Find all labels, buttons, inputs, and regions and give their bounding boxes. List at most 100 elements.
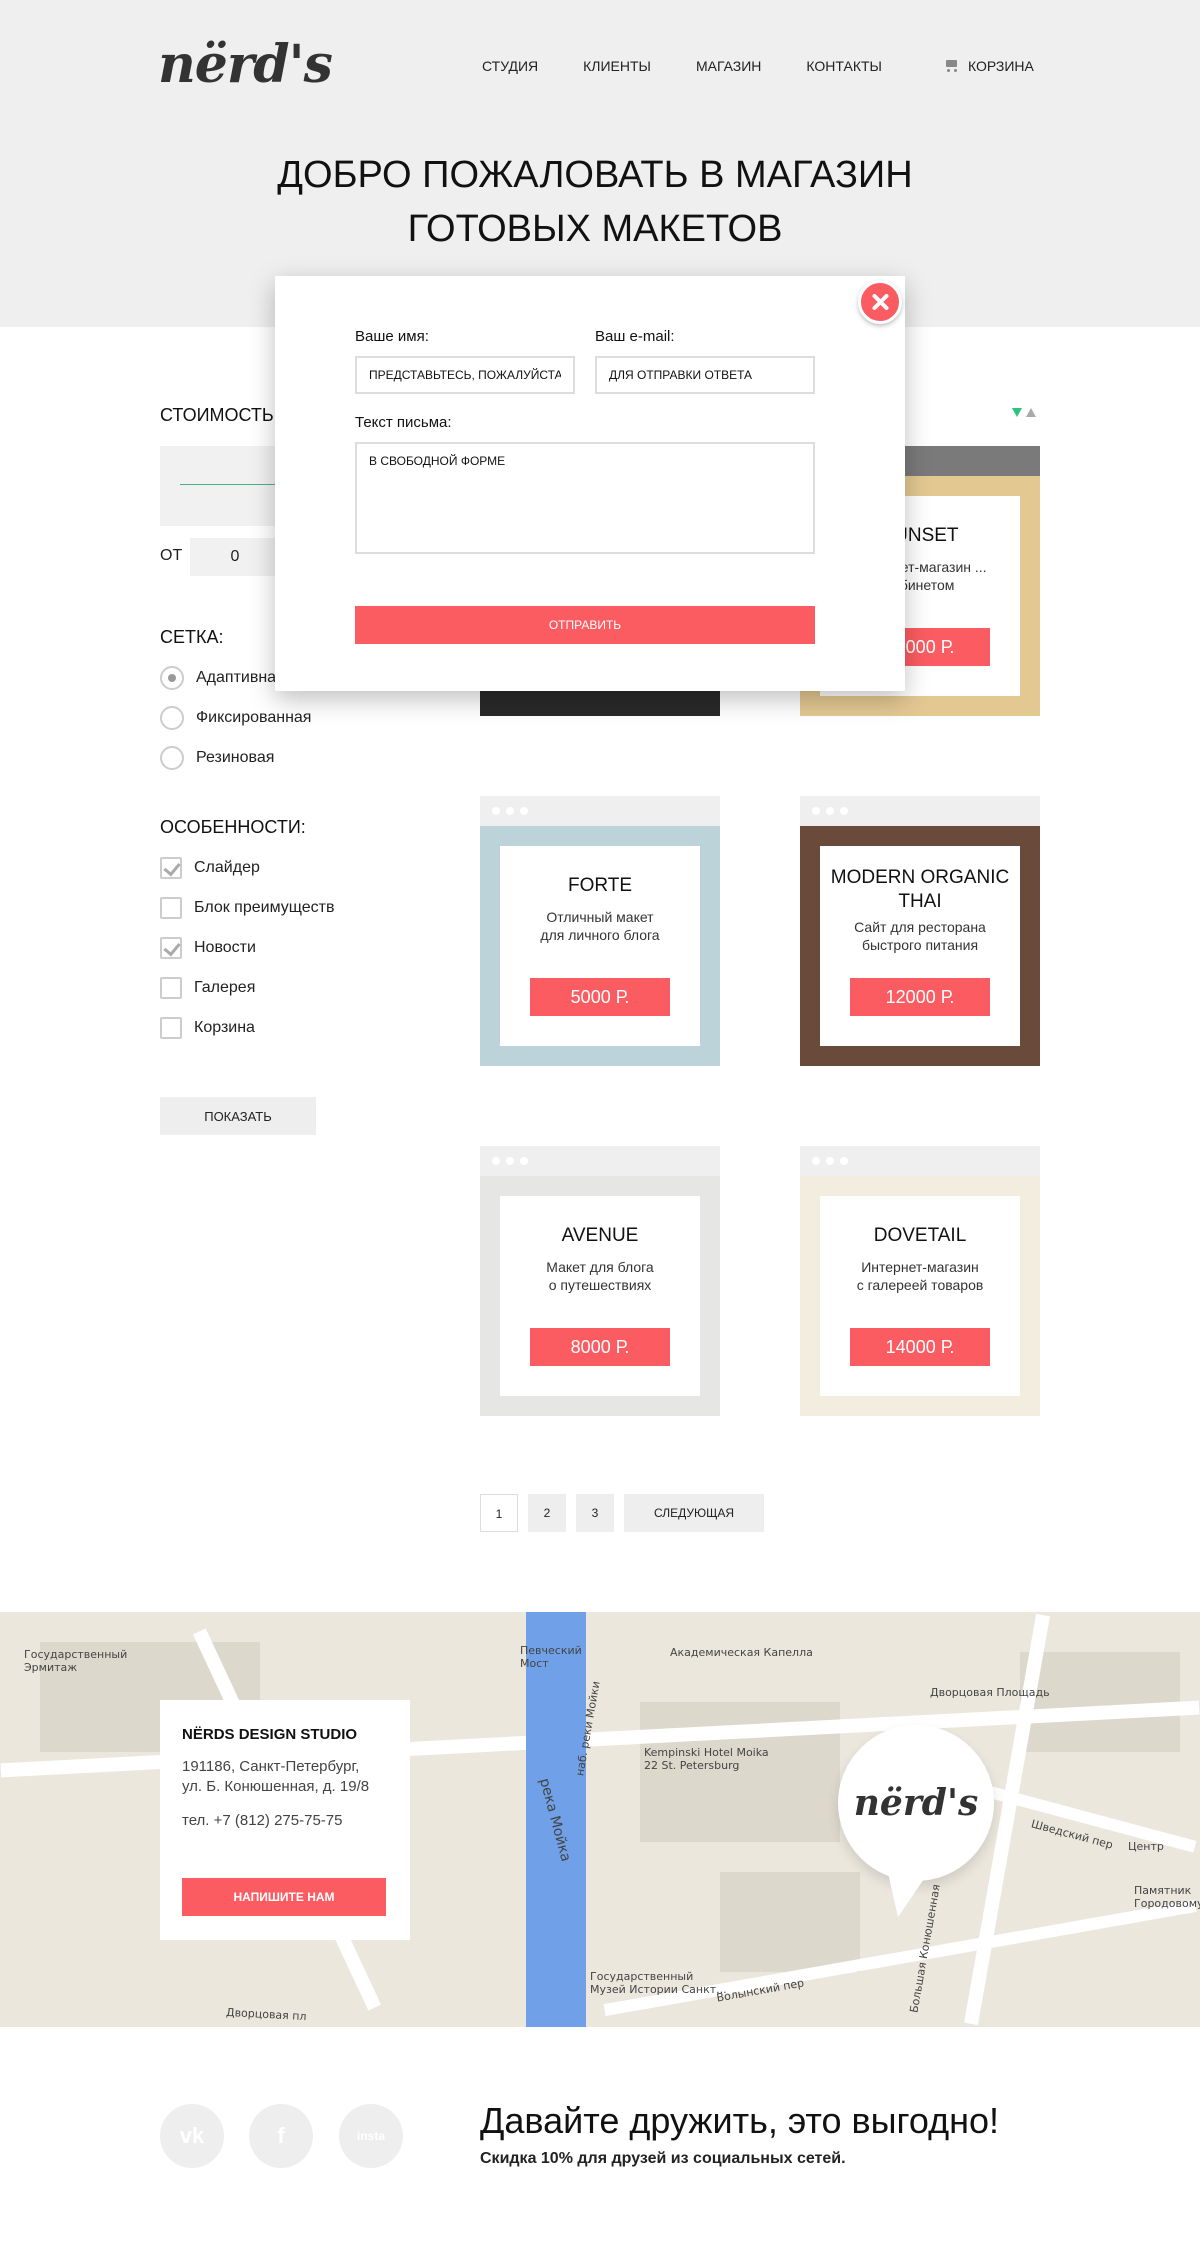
product-price-button[interactable]: 5000 Р. <box>530 978 670 1016</box>
contact-card: NЁRDS DESIGN STUDIO 191186, Санкт-Петерб… <box>160 1700 410 1940</box>
checkbox[interactable] <box>160 977 182 999</box>
studio-phone: тел. +7 (812) 275-75-75 <box>182 1812 343 1829</box>
write-us-button[interactable]: Напишите нам <box>182 1878 386 1916</box>
product-desc: Сайт для ресторана быстрого питания <box>820 918 1020 954</box>
feature-news[interactable]: Новости <box>160 937 256 959</box>
email-label: Ваш e-mail: <box>595 328 675 345</box>
checkbox-checked[interactable] <box>160 857 182 879</box>
logo[interactable]: nёrd's <box>158 34 333 95</box>
product-card-avenue[interactable]: AVENUE Макет для блога о путешествиях 800… <box>480 1146 720 1416</box>
radio[interactable] <box>160 706 184 730</box>
map-label: Академическая Капелла <box>670 1646 813 1659</box>
send-button[interactable]: Отправить <box>355 606 815 644</box>
page-2-button[interactable]: 2 <box>528 1494 566 1532</box>
price-from-input[interactable]: 0 <box>190 538 280 576</box>
product-price-button[interactable]: 12000 Р. <box>850 978 990 1016</box>
product-desc-line: Макет для блога <box>546 1259 654 1275</box>
sort-toggle[interactable] <box>1012 408 1036 417</box>
contact-modal: Ваше имя: Ваш e-mail: Текст письма: В СВ… <box>275 276 905 691</box>
checkbox[interactable] <box>160 1017 182 1039</box>
grid-option-fluid[interactable]: Резиновая <box>160 746 274 770</box>
product-price-button[interactable]: 8000 Р. <box>530 1328 670 1366</box>
grid-option-fixed[interactable]: Фиксированная <box>160 706 311 730</box>
show-button[interactable]: Показать <box>160 1097 316 1135</box>
radio[interactable] <box>160 746 184 770</box>
grid-option-label: Резиновая <box>196 749 275 766</box>
name-field[interactable] <box>355 356 575 394</box>
vk-icon[interactable]: vk <box>160 2104 224 2168</box>
dot-icon <box>520 807 528 815</box>
feature-advantages[interactable]: Блок преимуществ <box>160 897 334 919</box>
product-card-dovetail[interactable]: DOVETAIL Интернет-магазин с галереей това… <box>800 1146 1040 1416</box>
card-browser-bar <box>480 796 720 826</box>
instagram-icon[interactable]: insta <box>339 2104 403 2168</box>
map-label: Дворцовая Площадь <box>930 1686 1050 1699</box>
product-price-button[interactable]: 14000 Р. <box>850 1328 990 1366</box>
map-label: Государственный Эрмитаж <box>24 1648 128 1674</box>
feature-cart[interactable]: Корзина <box>160 1017 255 1039</box>
dot-icon <box>506 807 514 815</box>
sort-asc-icon[interactable] <box>1026 408 1036 417</box>
product-desc-line: для личного блога <box>540 927 660 943</box>
grid-option-adaptive[interactable]: Адаптивная <box>160 666 285 690</box>
message-label: Текст письма: <box>355 414 452 431</box>
map-label: Певческий Мост <box>520 1644 582 1670</box>
product-title: DOVETAIL <box>873 1225 967 1246</box>
product-desc-line: Интернет-магазин <box>861 1259 979 1275</box>
feature-label: Галерея <box>194 979 256 996</box>
features-filter-label: Особенности: <box>160 817 306 837</box>
nav-clients[interactable]: Клиенты <box>583 58 651 74</box>
social-subtitle: Скидка 10% для друзей из социальных сете… <box>480 2150 846 2167</box>
map-marker-logo[interactable]: nёrd's <box>838 1725 994 1917</box>
feature-label: Новости <box>194 939 256 956</box>
product-title: FORTE <box>567 875 633 896</box>
next-page-button[interactable]: Следующая <box>624 1494 764 1532</box>
price-from-label: ОТ <box>160 547 183 564</box>
map-label: Центр <box>1128 1840 1164 1853</box>
feature-label: Корзина <box>194 1019 255 1036</box>
nav-contacts[interactable]: Контакты <box>806 58 882 74</box>
card-panel: DOVETAIL Интернет-магазин с галереей това… <box>820 1196 1020 1396</box>
dot-icon <box>520 1157 528 1165</box>
feature-label: Слайдер <box>194 859 260 876</box>
feature-label: Блок преимуществ <box>194 899 335 916</box>
page-3-button[interactable]: 3 <box>576 1494 614 1532</box>
map-label: Государственный Музей Истории Санкт... <box>590 1970 727 1996</box>
card-panel: MODERN ORGANIC THAI Сайт для ресторана бы… <box>820 846 1020 1046</box>
cart-label: Корзина <box>968 58 1034 74</box>
message-field[interactable]: В СВОБОДНОЙ ФОРМЕ <box>355 442 815 554</box>
studio-name: NЁRDS DESIGN STUDIO <box>182 1726 358 1743</box>
page-title: Добро пожаловать в магазин готовых макет… <box>0 148 1190 256</box>
checkbox[interactable] <box>160 897 182 919</box>
dot-icon <box>826 807 834 815</box>
nav-shop[interactable]: Магазин <box>696 58 761 74</box>
product-desc-line: Сайт для ресторана <box>854 919 986 935</box>
feature-slider[interactable]: Слайдер <box>160 857 260 879</box>
product-desc: Макет для блога о путешествиях <box>500 1258 700 1294</box>
studio-address: 191186, Санкт-Петербург, ул. Б. Конюшенна… <box>182 1757 388 1797</box>
product-desc-line: с галереей товаров <box>856 1277 984 1293</box>
product-desc-line: о путешествиях <box>548 1277 652 1293</box>
checkbox-checked[interactable] <box>160 937 182 959</box>
address-line: ул. Б. Конюшенная, д. 19/8 <box>182 1778 370 1795</box>
email-field[interactable] <box>595 356 815 394</box>
close-icon[interactable] <box>858 280 902 324</box>
feature-gallery[interactable]: Галерея <box>160 977 255 999</box>
card-panel: AVENUE Макет для блога о путешествиях 800… <box>500 1196 700 1396</box>
product-card-modern-organic-thai[interactable]: MODERN ORGANIC THAI Сайт для ресторана бы… <box>800 796 1040 1066</box>
product-card-forte[interactable]: FORTE Отличный макет для личного блога 50… <box>480 796 720 1066</box>
dot-icon <box>492 1157 500 1165</box>
sort-desc-icon[interactable] <box>1012 408 1022 417</box>
cart-link[interactable]: Корзина <box>944 58 1034 74</box>
radio-selected[interactable] <box>160 666 184 690</box>
grid-option-label: Адаптивная <box>196 669 285 686</box>
product-desc-line: Отличный макет <box>546 909 654 925</box>
address-line: 191186, Санкт-Петербург, <box>182 1758 360 1775</box>
nav-studio[interactable]: Студия <box>482 58 538 74</box>
facebook-icon[interactable]: f <box>249 2104 313 2168</box>
grid-filter-label: Сетка: <box>160 627 224 647</box>
dot-icon <box>826 1157 834 1165</box>
price-range-track <box>180 484 280 485</box>
card-panel: FORTE Отличный макет для личного блога 50… <box>500 846 700 1046</box>
page-1-button[interactable]: 1 <box>480 1494 518 1532</box>
